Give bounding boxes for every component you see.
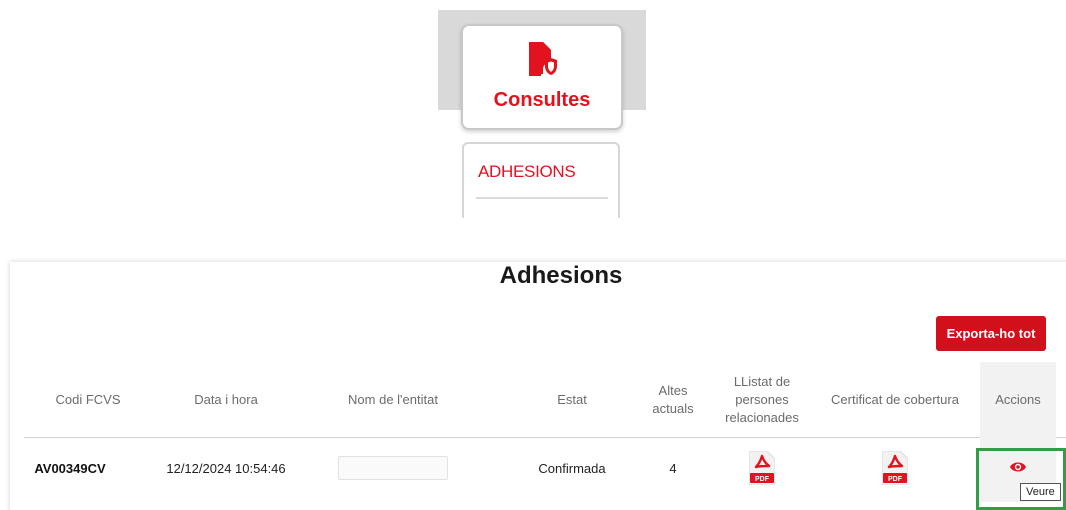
header-altes[interactable]: Altes actuals bbox=[624, 362, 722, 438]
header-codi[interactable]: Codi FCVS bbox=[24, 362, 152, 438]
eye-view-icon[interactable] bbox=[1009, 460, 1027, 474]
submenu-divider bbox=[476, 197, 608, 199]
side-menu-crop: Consultes ADHESIONS bbox=[438, 10, 646, 218]
table-header: Codi FCVS Data i hora Nom de l'entitat E… bbox=[24, 362, 1066, 438]
pdf-list-icon[interactable]: PDF bbox=[749, 451, 775, 485]
pdf-list-label: PDF bbox=[755, 476, 770, 483]
view-tooltip: Veure bbox=[1020, 483, 1061, 501]
submenu-item-adhesions[interactable]: ADHESIONS bbox=[478, 162, 576, 182]
cell-codi: AV00349CV bbox=[34, 460, 106, 476]
cell-altes: 4 bbox=[669, 460, 677, 476]
cell-nom bbox=[300, 440, 486, 496]
header-llistat-line3: relacionades bbox=[725, 410, 799, 425]
pdf-certificate-label: PDF bbox=[888, 476, 903, 483]
cell-data: 12/12/2024 10:54:46 bbox=[166, 460, 286, 476]
pdf-certificate-icon[interactable]: PDF bbox=[882, 451, 908, 485]
consultes-menu-button[interactable]: Consultes bbox=[461, 24, 623, 130]
table-row: AV00349CV 12/12/2024 10:54:46 Confirmada… bbox=[24, 432, 1066, 502]
header-altes-line1: Altes bbox=[658, 383, 688, 398]
page-title: Adhesions bbox=[499, 262, 623, 289]
header-llistat-line2: persones bbox=[735, 392, 789, 407]
header-certificat[interactable]: Certificat de cobertura bbox=[810, 362, 980, 438]
header-llistat[interactable]: LListat de persones relacionades bbox=[714, 362, 810, 438]
header-data[interactable]: Data i hora bbox=[152, 362, 300, 438]
cell-llistat: PDF bbox=[714, 440, 810, 496]
document-shield-icon bbox=[529, 42, 557, 76]
header-altes-line2: actuals bbox=[652, 401, 694, 416]
export-all-button[interactable]: Exporta-ho tot bbox=[936, 316, 1046, 351]
header-accions: Accions bbox=[980, 362, 1056, 438]
header-llistat-line1: LListat de bbox=[733, 374, 791, 389]
consultes-label: Consultes bbox=[493, 89, 591, 111]
cell-certificat: PDF bbox=[810, 440, 980, 496]
header-nom[interactable]: Nom de l'entitat bbox=[300, 362, 486, 438]
entity-name-value bbox=[338, 456, 448, 480]
consultes-submenu: ADHESIONS bbox=[462, 142, 620, 218]
adhesions-panel: Adhesions Exporta-ho tot Codi FCVS Data … bbox=[10, 262, 1066, 510]
